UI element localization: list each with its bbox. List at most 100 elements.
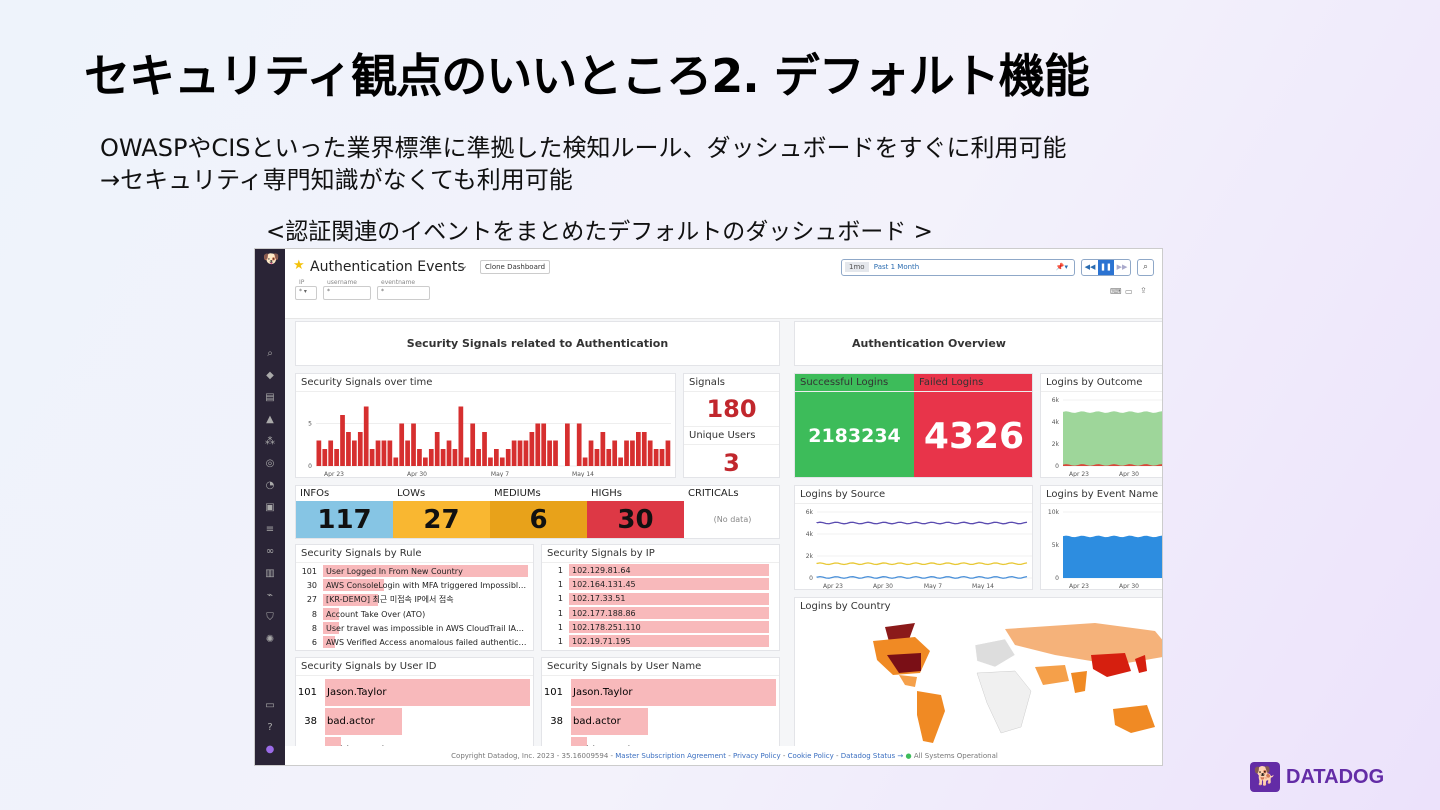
bar (446, 440, 452, 466)
help-icon[interactable]: ? (263, 723, 277, 733)
search-icon[interactable]: ⌕ (263, 349, 277, 359)
item-count: 8 (311, 623, 317, 633)
list-item[interactable]: 38 bad.actor (296, 707, 533, 736)
bar (482, 432, 487, 466)
ip-filter[interactable]: IP * ▾ (295, 279, 317, 300)
series-line (816, 562, 1028, 566)
severity-0: INFOs 117 (296, 486, 393, 538)
successful-logins-value: 2183234 (808, 425, 901, 447)
item-label: AWS ConsoleLogin with MFA triggered Impo… (326, 580, 527, 590)
username-filter[interactable]: username * (323, 279, 371, 300)
binoculars-icon[interactable]: ◆ (263, 371, 277, 381)
target-icon[interactable]: ◎ (263, 459, 277, 469)
item-count: 101 (301, 566, 317, 576)
screenshot-caption: <認証関連のイベントをまとめたデフォルトのダッシュボード > (266, 219, 933, 245)
datadog-dog-icon: 🐕 (1250, 762, 1280, 792)
slide-title: セキュリティ観点のいいところ2. デフォルト機能 (84, 49, 1090, 103)
pause-icon[interactable]: ❚❚ (1098, 260, 1114, 275)
pin-icon[interactable]: 📌▾ (1056, 260, 1068, 275)
link-icon[interactable]: ∞ (263, 547, 277, 557)
time-picker[interactable]: 1mo Past 1 Month 📌▾ (841, 259, 1075, 276)
widget-title: Logins by Country (800, 601, 891, 612)
star-icon[interactable]: ★ (293, 258, 305, 273)
widget-title: Successful Logins (795, 374, 914, 392)
widget-signals-by-user-name: Security Signals by User Name 101 Jason.T… (541, 657, 780, 749)
chart-icon[interactable]: ▲ (263, 415, 277, 425)
item-count: 101 (297, 687, 317, 698)
list-item[interactable]: 38 bad.actor (542, 707, 779, 736)
forward-icon[interactable]: ▶▶ (1114, 260, 1130, 275)
item-count: 1 (557, 579, 563, 589)
list-item[interactable]: 101 Jason.Taylor (542, 678, 779, 707)
list-item[interactable]: 1 102.129.81.64 (542, 563, 779, 577)
list-item[interactable]: 6 AWS Verified Access anomalous failed au… (296, 635, 533, 649)
user-avatar-icon[interactable]: ● (263, 745, 277, 755)
item-label: 102.178.251.110 (572, 622, 641, 632)
list-item[interactable]: 1102.218.11.134 (542, 649, 779, 650)
list-item[interactable]: 1 102.19.71.195 (542, 634, 779, 648)
cookie-link[interactable]: Cookie Policy (788, 752, 834, 760)
bar (588, 440, 594, 466)
gauge-icon[interactable]: ◔ (263, 481, 277, 491)
item-count: 1 (557, 608, 563, 618)
bar (393, 457, 399, 466)
bar (464, 457, 470, 466)
bar (488, 457, 493, 466)
list-item[interactable]: 8 User travel was impossible in AWS Cloud… (296, 621, 533, 635)
list-item[interactable]: 1 102.177.188.86 (542, 606, 779, 620)
bar (606, 449, 612, 466)
logs-icon[interactable]: ≡ (263, 525, 277, 535)
list-item[interactable]: 8 Account Take Over (ATO) (296, 607, 533, 621)
list-item[interactable]: 30 AWS ConsoleLogin with MFA triggered Im… (296, 578, 533, 592)
severity-value: 117 (317, 505, 372, 535)
y-tick: 4k (806, 531, 814, 538)
bar (428, 449, 434, 466)
clone-dashboard-button[interactable]: Clone Dashboard (480, 260, 551, 274)
msa-link[interactable]: Master Subscription Agreement (615, 752, 726, 760)
services-icon[interactable]: ⁂ (263, 437, 277, 447)
widget-severity: INFOs 117 LOWs 27 MEDIUMs 6 HIGHs 30 CRITICALs (N… (295, 485, 780, 539)
bar (630, 440, 635, 466)
x-tick: Apr 30 (1119, 471, 1139, 478)
shield-icon[interactable]: ⛉ (263, 613, 277, 623)
eventname-filter[interactable]: eventname * (377, 279, 430, 300)
keyboard-icon[interactable]: ⌨ (1110, 287, 1122, 296)
item-count: 1 (557, 622, 563, 632)
list-item[interactable]: 1 102.164.131.45 (542, 577, 779, 591)
item-label: AWS Verified Access anomalous failed aut… (326, 638, 527, 648)
item-count: 30 (306, 580, 317, 590)
chat-icon[interactable]: ▭ (263, 701, 277, 711)
privacy-link[interactable]: Privacy Policy (733, 752, 781, 760)
rewind-icon[interactable]: ◀◀ (1082, 260, 1098, 275)
bar (440, 449, 446, 466)
share-icon[interactable]: ⇪ (1140, 286, 1147, 295)
puzzle-icon[interactable]: ▣ (263, 503, 277, 513)
list-item[interactable]: 1 102.178.251.110 (542, 620, 779, 634)
logins-by-source-chart: 0 2k 4k 6k Apr 23 Apr 30 May 7 May 14 (806, 509, 1032, 590)
zoom-out-icon[interactable]: ⌕ (1137, 259, 1154, 276)
bar (334, 449, 339, 466)
signals-value: 180 (706, 395, 757, 423)
synthetics-icon[interactable]: ⌁ (263, 591, 277, 601)
bar (340, 415, 345, 466)
item-count: 8 (311, 609, 317, 619)
notebook-icon[interactable]: ▥ (263, 569, 277, 579)
copyright-text: Copyright Datadog, Inc. 2023 - 35.160095… (451, 752, 616, 760)
status-link[interactable]: Datadog Status → (841, 752, 904, 760)
list-item[interactable]: 101 User Logged In From New Country (296, 564, 533, 578)
severity-label: CRITICALs (684, 486, 779, 501)
item-label: 102.129.81.64 (572, 565, 631, 575)
bug-icon[interactable]: ✺ (263, 635, 277, 645)
x-tick: May 14 (972, 583, 994, 590)
list-item[interactable]: 101 Jason.Taylor (296, 678, 533, 707)
chevron-down-icon[interactable]: ⌄ (459, 259, 468, 272)
list-item[interactable]: 1 102.17.33.51 (542, 592, 779, 606)
item-count: 1 (557, 594, 563, 604)
list-item[interactable]: 27 [KR-DEMO] 최근 미접속 IP에서 접속 (296, 593, 533, 607)
tv-mode-icon[interactable]: ▭ (1125, 287, 1133, 296)
series-line (816, 521, 1028, 525)
bar (375, 440, 381, 466)
widget-title: Unique Users (684, 426, 779, 445)
widget-title: Logins by Source (795, 486, 1032, 504)
dashboard-icon[interactable]: ▤ (263, 393, 277, 403)
